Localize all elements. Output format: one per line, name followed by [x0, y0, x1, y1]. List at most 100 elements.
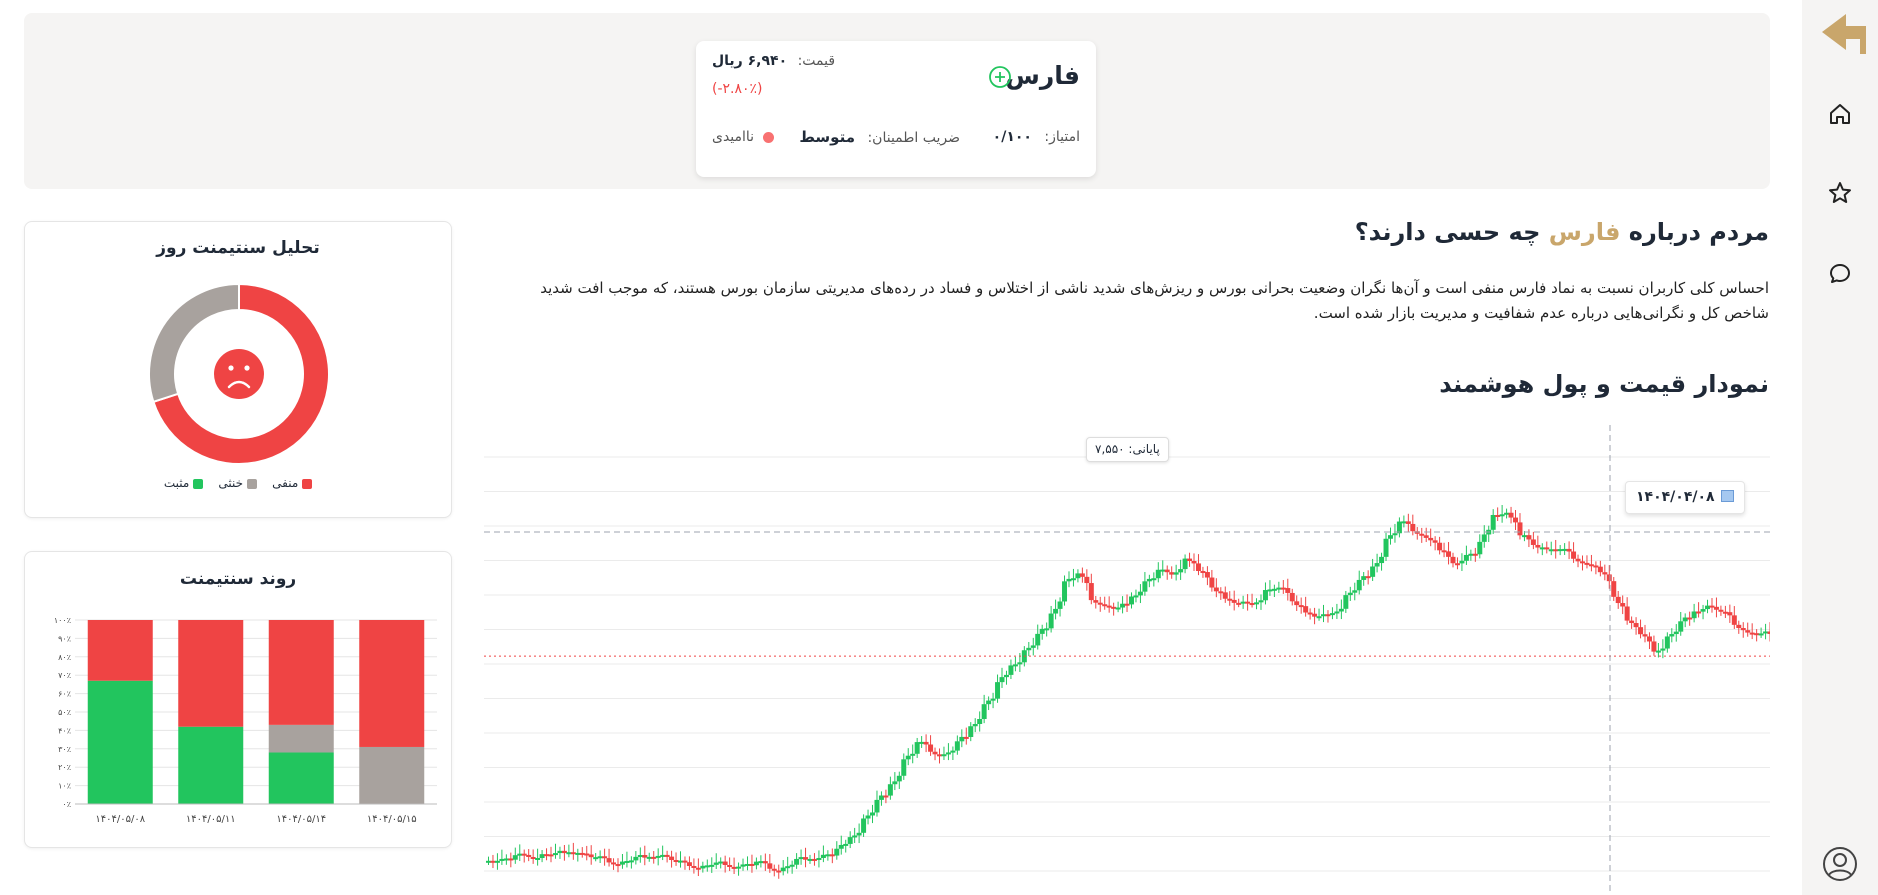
- price-candle: [1079, 567, 1085, 583]
- price-candle: [1736, 620, 1742, 634]
- price-candle: [1209, 569, 1215, 592]
- price-candle: [990, 692, 996, 709]
- price-candle: [1003, 670, 1009, 685]
- sentiment-heading: مردم درباره فارس چه حسی دارند؟: [1355, 218, 1769, 246]
- price-candle: [954, 735, 960, 755]
- sentiment-description: احساس کلی کاربران نسبت به نماد فارس منفی…: [540, 279, 1769, 322]
- price-candle: [981, 694, 987, 724]
- plus-circle-icon: [989, 66, 1011, 88]
- user-icon[interactable]: [1822, 846, 1858, 882]
- score-label: امتیاز:: [1044, 129, 1080, 145]
- price-candle: [945, 743, 951, 761]
- price-candle: [1329, 607, 1335, 620]
- price-candle: [1298, 597, 1304, 614]
- price-candle: [950, 746, 956, 761]
- price-candle: [1463, 545, 1469, 565]
- price-candle: [914, 737, 920, 758]
- price-candle: [1571, 542, 1577, 563]
- price-candle: [593, 853, 599, 862]
- symbol-name: فارس: [1005, 61, 1080, 90]
- price-candle: [1249, 593, 1255, 608]
- price-candle: [1713, 597, 1719, 618]
- price-candle: [870, 804, 876, 824]
- price-candle: [1222, 586, 1228, 603]
- price-candle: [637, 847, 643, 863]
- confidence-label: ضریب اطمینان:: [867, 130, 960, 146]
- price-candle: [1039, 624, 1045, 640]
- price-candle: [816, 850, 822, 868]
- price-candle: [1379, 552, 1385, 571]
- home-icon[interactable]: [1824, 98, 1856, 130]
- price-candle: [1499, 504, 1505, 523]
- confidence-value: متوسط: [799, 128, 855, 146]
- price-candle: [521, 849, 527, 863]
- price-candle: [1312, 607, 1318, 625]
- price-candle: [664, 850, 670, 863]
- price-candle: [1236, 598, 1242, 608]
- price-candle: [713, 853, 719, 870]
- price-candle: [512, 847, 518, 864]
- trend-bar-segment: [178, 620, 244, 727]
- price-candle: [1227, 591, 1233, 606]
- price-candle: [1588, 554, 1594, 572]
- price-candle: [758, 855, 764, 868]
- price-candle: [1325, 610, 1331, 623]
- price-candle: [798, 849, 804, 865]
- price-candle: [1303, 596, 1309, 617]
- sentiment-trend-card: روند سنتیمنت ۰٪ ۱۰٪ ۲۰٪ ۳۰٪ ۴۰٪ ۵۰٪ ۶۰٪ ۷۰٪ ۸۰٪ ۹…: [24, 551, 452, 848]
- y-tick-label: ۹۰٪: [58, 634, 71, 643]
- price-candle: [602, 848, 608, 866]
- add-watchlist-button[interactable]: [988, 65, 1012, 93]
- price-candle: [1705, 599, 1711, 614]
- price-candle: [1584, 555, 1590, 569]
- price-candle: [829, 848, 835, 864]
- price-candle: [1258, 594, 1264, 610]
- price-candle: [1289, 588, 1295, 606]
- price-candle: [1307, 608, 1313, 620]
- price-candle: [963, 727, 969, 745]
- price-candle: [1700, 604, 1706, 620]
- price-candle: [1213, 578, 1219, 598]
- chat-icon[interactable]: [1824, 258, 1856, 290]
- price-candle: [552, 843, 558, 859]
- price-candle: [1669, 628, 1675, 643]
- sentiment-trend-chart: ۰٪ ۱۰٪ ۲۰٪ ۳۰٪ ۴۰٪ ۵۰٪ ۶۰٪ ۷۰٪ ۸۰٪ ۹۰٪ ۱۰۰٪ ۱۴۰۴/۰۵…: [54, 616, 437, 825]
- price-candle: [1102, 596, 1108, 610]
- price-candle: [1053, 599, 1059, 620]
- price-candle: [883, 789, 889, 804]
- price-smart-money-chart[interactable]: [484, 425, 1770, 893]
- back-arrow-icon[interactable]: [1816, 10, 1868, 54]
- price-candle: [1396, 517, 1402, 538]
- price-candle: [1441, 542, 1447, 558]
- price-candle: [1026, 641, 1032, 657]
- price-label: قیمت:: [797, 53, 836, 69]
- price-candle: [597, 850, 603, 864]
- price-candle: [1133, 589, 1139, 603]
- price-candle: [686, 856, 692, 871]
- legend-positive: مثبت: [163, 476, 190, 490]
- price-candle: [932, 747, 938, 761]
- y-tick-label: ۵۰٪: [58, 708, 71, 717]
- price-candle: [910, 744, 916, 764]
- price-candle: [1356, 570, 1362, 595]
- price-candle: [1718, 605, 1724, 616]
- price-candle: [1544, 541, 1550, 554]
- price-candle: [1664, 632, 1670, 653]
- price-candle: [1066, 571, 1072, 588]
- y-tick-label: ۰٪: [62, 800, 71, 809]
- donut-legend: منفی خنثی مثبت: [25, 476, 451, 490]
- price-candle: [780, 860, 786, 876]
- mood-dot: [762, 131, 774, 143]
- price-candle: [1722, 605, 1728, 619]
- price-candle: [744, 856, 750, 871]
- trend-bar-segment: [268, 620, 334, 725]
- price-candle: [762, 853, 768, 871]
- price-candle: [959, 729, 965, 748]
- price-candle: [1106, 596, 1112, 613]
- price-candle: [1142, 572, 1148, 596]
- star-icon[interactable]: [1824, 177, 1856, 209]
- price-candle: [624, 851, 630, 868]
- price-candle: [803, 847, 809, 868]
- price-candle: [1579, 555, 1585, 571]
- price-candle: [753, 857, 759, 870]
